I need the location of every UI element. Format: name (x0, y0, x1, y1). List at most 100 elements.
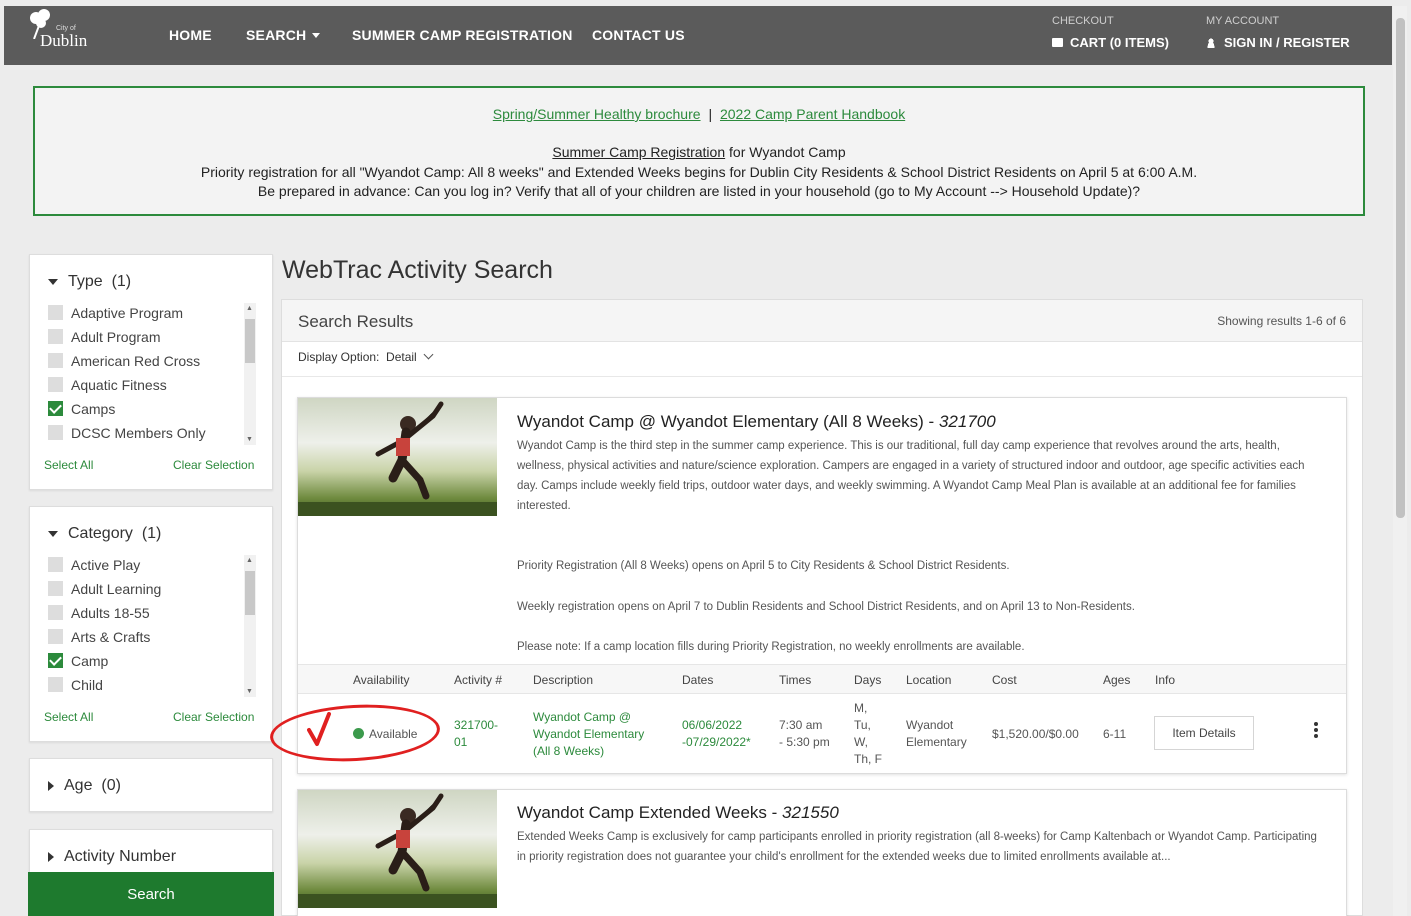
collapse-caret-icon (48, 278, 58, 285)
display-option-dropdown[interactable]: Display Option: Detail (298, 349, 434, 364)
city-logo[interactable]: City of Dublin (26, 9, 98, 63)
type-clear-selection-link[interactable]: Clear Selection (173, 458, 254, 472)
nav-summer-camp-registration[interactable]: SUMMER CAMP REGISTRATION (352, 27, 573, 43)
checkbox[interactable] (48, 557, 63, 572)
scroll-down-icon[interactable]: ▼ (246, 688, 253, 695)
search-results-panel: Search Results Showing results 1-6 of 6 … (281, 299, 1363, 916)
page-scrollbar-thumb[interactable] (1396, 18, 1405, 518)
type-option-aquatic-fitness[interactable]: Aquatic Fitness (48, 377, 167, 393)
type-option-camps[interactable]: Camps (48, 401, 115, 417)
row-description-line3: (All 8 Weeks) (533, 744, 605, 758)
page-scrollbar[interactable] (1393, 6, 1407, 916)
age-filter-panel: Age (0) (29, 758, 273, 812)
option-label: Arts & Crafts (71, 629, 151, 645)
my-account-label: MY ACCOUNT (1206, 15, 1280, 27)
category-list-scrollbar[interactable]: ▲ ▼ (244, 555, 256, 697)
activity-number-link[interactable]: 321700- 01 (454, 717, 498, 751)
sign-in-label: SIGN IN / REGISTER (1224, 35, 1350, 50)
display-option-value: Detail (386, 350, 417, 364)
category-filter-title: Category (68, 525, 133, 542)
category-option-active-play[interactable]: Active Play (48, 557, 140, 573)
activity-title[interactable]: Wyandot Camp Extended Weeks - 321550 (517, 803, 839, 823)
banner-separator: | (708, 106, 713, 122)
row-location: Wyandot Elementary (906, 717, 967, 751)
checkbox[interactable] (48, 629, 63, 644)
nav-home[interactable]: HOME (169, 27, 212, 43)
item-details-button[interactable]: Item Details (1154, 716, 1254, 750)
category-option-camp[interactable]: Camp (48, 653, 108, 669)
category-clear-selection-link[interactable]: Clear Selection (173, 710, 254, 724)
category-filter-header[interactable]: Category (1) (48, 525, 161, 543)
category-list-scroll-thumb[interactable] (245, 571, 255, 615)
row-ages: 6-11 (1103, 727, 1127, 741)
option-label: Adult Learning (71, 581, 162, 597)
handbook-link[interactable]: 2022 Camp Parent Handbook (720, 106, 905, 122)
category-select-all-link[interactable]: Select All (44, 710, 93, 724)
checkbox[interactable] (48, 605, 63, 620)
sign-in-link[interactable]: SIGN IN / REGISTER (1206, 35, 1350, 50)
type-list-scrollbar[interactable]: ▲ ▼ (244, 303, 256, 445)
checkbox[interactable] (48, 329, 63, 344)
type-option-american-red-cross[interactable]: American Red Cross (48, 353, 200, 369)
type-filter-title: Type (68, 273, 103, 290)
expand-caret-icon (48, 851, 54, 862)
type-option-adaptive-program[interactable]: Adaptive Program (48, 305, 183, 321)
scroll-up-icon[interactable]: ▲ (246, 557, 253, 564)
checkbox-checked[interactable] (48, 653, 63, 668)
type-list-scroll-thumb[interactable] (245, 319, 255, 363)
activity-number-filter-header[interactable]: Activity Number (48, 848, 176, 866)
activity-title[interactable]: Wyandot Camp @ Wyandot Elementary (All 8… (517, 412, 996, 432)
col-description: Description (533, 673, 594, 687)
results-title: Search Results (298, 312, 414, 331)
activity-title-text: Wyandot Camp Extended Weeks - (517, 803, 783, 822)
cart-icon (1052, 38, 1063, 47)
category-option-adults-18-55[interactable]: Adults 18-55 (48, 605, 150, 621)
activity-number-line2: 01 (454, 735, 468, 749)
option-label: Adults 18-55 (71, 605, 150, 621)
category-option-adult-learning[interactable]: Adult Learning (48, 581, 161, 597)
activity-description: Extended Weeks Camp is exclusively for c… (517, 831, 1317, 863)
brochure-link[interactable]: Spring/Summer Healthy brochure (493, 106, 701, 122)
nav-search-label: SEARCH (246, 27, 307, 43)
results-count: Showing results 1-6 of 6 (1217, 314, 1346, 328)
option-label: Adaptive Program (71, 305, 184, 321)
page-title: WebTrac Activity Search (282, 256, 553, 284)
scroll-down-icon[interactable]: ▼ (246, 436, 253, 443)
activity-card: Wyandot Camp Extended Weeks - 321550 Ext… (297, 789, 1347, 916)
summer-camp-registration-link[interactable]: Summer Camp Registration (552, 144, 725, 160)
checkout-label: CHECKOUT (1052, 15, 1114, 27)
checkbox[interactable] (48, 677, 63, 692)
type-option-dcsc-members-only[interactable]: DCSC Members Only (48, 425, 206, 441)
type-select-all-link[interactable]: Select All (44, 458, 93, 472)
checkbox[interactable] (48, 353, 63, 368)
category-option-child[interactable]: Child (48, 677, 103, 693)
activity-photo (298, 398, 497, 516)
activity-card: Wyandot Camp @ Wyandot Elementary (All 8… (297, 397, 1347, 774)
more-options-icon[interactable] (1314, 722, 1318, 742)
type-option-adult-program[interactable]: Adult Program (48, 329, 160, 345)
search-button[interactable]: Search (28, 872, 274, 916)
nav-search[interactable]: SEARCH (246, 27, 321, 43)
row-days-line4: Th, F (854, 752, 883, 766)
top-navigation-bar: City of Dublin HOME SEARCH SUMMER CAMP R… (4, 6, 1392, 65)
row-description-link[interactable]: Wyandot Camp @ Wyandot Elementary (All 8… (533, 709, 644, 760)
checkbox-checked[interactable] (48, 401, 63, 416)
checkbox[interactable] (48, 377, 63, 392)
checkbox[interactable] (48, 425, 63, 440)
category-option-arts-crafts[interactable]: Arts & Crafts (48, 629, 150, 645)
checkbox[interactable] (48, 581, 63, 596)
expand-caret-icon (48, 780, 54, 791)
row-cost: $1,520.00/$0.00 (992, 727, 1079, 741)
availability-text: Available (369, 727, 418, 741)
checkbox[interactable] (48, 305, 63, 320)
scroll-up-icon[interactable]: ▲ (246, 305, 253, 312)
banner-prepare-text: Be prepared in advance: Can you log in? … (257, 183, 1141, 199)
nav-contact-us[interactable]: CONTACT US (592, 27, 685, 43)
age-filter-header[interactable]: Age (0) (48, 777, 121, 795)
type-filter-header[interactable]: Type (1) (48, 273, 131, 291)
col-times: Times (779, 673, 812, 687)
cart-link[interactable]: CART (0 ITEMS) (1052, 35, 1169, 50)
announcement-banner: Spring/Summer Healthy brochure | 2022 Ca… (33, 86, 1365, 216)
row-dates[interactable]: 06/06/2022 -07/29/2022* (682, 717, 751, 751)
table-row: Available 321700- 01 Wyandot Camp @ Wyan… (298, 695, 1346, 773)
